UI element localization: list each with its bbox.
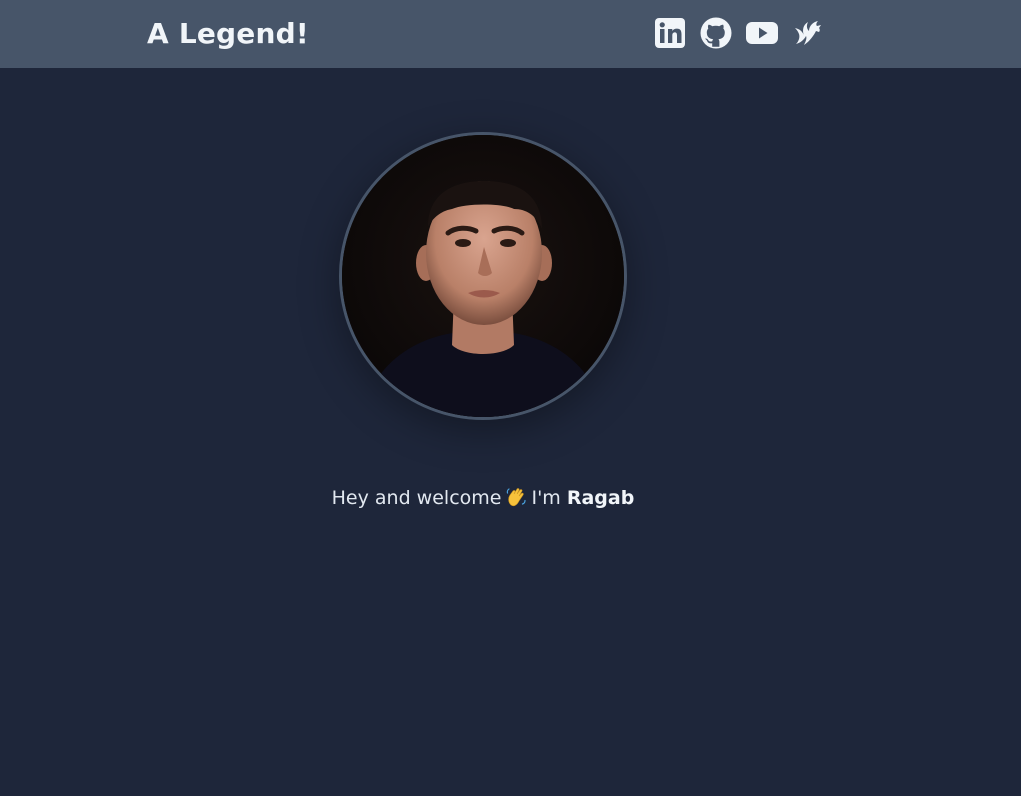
github-link[interactable] [699, 16, 733, 50]
avatar [339, 132, 627, 420]
site-title-link[interactable]: A Legend! [147, 15, 309, 53]
linkedin-icon [655, 18, 685, 48]
greeting-middle: I'm [531, 487, 561, 509]
profile-photo [342, 135, 624, 417]
hashnode-icon [795, 21, 821, 45]
linkedin-link[interactable] [653, 16, 687, 50]
top-navbar: A Legend! [0, 0, 1021, 68]
github-icon [700, 17, 732, 49]
hashnode-link[interactable] [791, 16, 825, 50]
waving-hand-icon [507, 488, 527, 507]
youtube-icon [746, 22, 778, 44]
social-links [653, 16, 825, 50]
greeting-prefix: Hey and welcome [331, 487, 502, 509]
welcome-text: Hey and welcome I'm Ragab [0, 484, 966, 512]
greeting-name: Ragab [566, 487, 635, 509]
youtube-link[interactable] [745, 16, 779, 50]
avatar-frame [339, 132, 627, 420]
